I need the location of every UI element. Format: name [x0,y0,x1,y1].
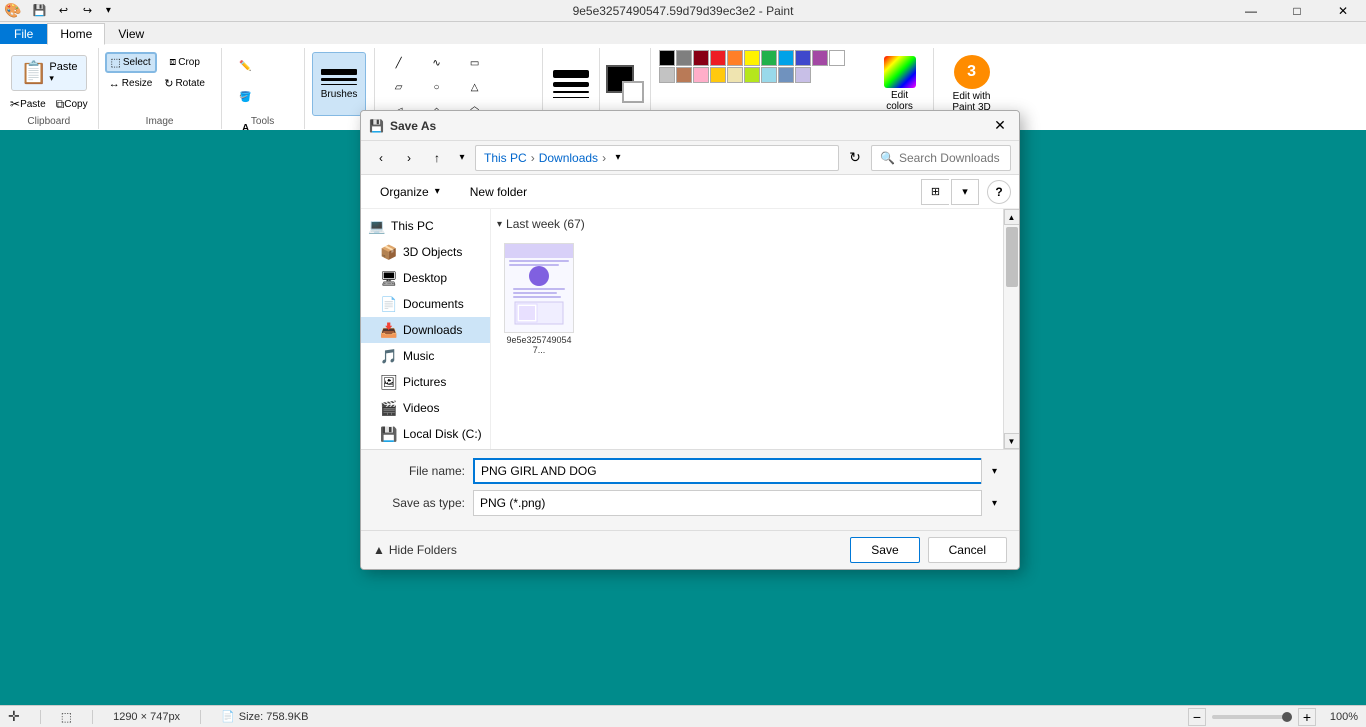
nav-documents[interactable]: 📄 Documents [361,291,490,317]
nav-downloads[interactable]: 📥 Downloads [361,317,490,343]
dialog-close-btn[interactable]: ✕ [989,115,1011,137]
filename-input[interactable] [473,458,1007,484]
nav-refresh-btn[interactable]: ↻ [843,146,867,170]
filename-input-wrapper: ▾ [473,458,1007,484]
local-c-icon: 💾 [381,426,397,442]
file-thumbnail [504,243,574,333]
nav-local-c[interactable]: 💾 Local Disk (C:) [361,421,490,447]
filetype-select[interactable]: PNG (*.png) JPEG (*.jpg;*.jpeg) BMP (*.b… [473,490,1007,516]
filetype-select-wrapper: PNG (*.png) JPEG (*.jpg;*.jpeg) BMP (*.b… [473,490,1007,516]
form-area: File name: ▾ Save as type: PNG (*.png) J… [361,449,1019,530]
videos-icon: 🎬 [381,400,397,416]
files-grid: 9e5e3257490547... [495,235,999,363]
search-box: 🔍 [871,145,1011,171]
nav-3d-objects[interactable]: 📦 3D Objects [361,239,490,265]
modal-overlay: 💾 Save As ✕ ‹ › ↑ ▾ This PC › Downloads … [0,0,1366,727]
nav-recent-btn[interactable]: ▾ [453,146,471,170]
pictures-icon: 🖼 [381,374,397,390]
save-as-dialog: 💾 Save As ✕ ‹ › ↑ ▾ This PC › Downloads … [360,110,1020,570]
section-header-lastweek[interactable]: ▾ Last week (67) [495,213,999,235]
section-chevron: ▾ [497,219,502,230]
this-pc-icon: 💻 [369,218,385,234]
scroll-up-btn[interactable]: ▲ [1004,209,1020,225]
nav-up-btn[interactable]: ↑ [425,146,449,170]
dialog-actions: ▲ Hide Folders Save Cancel [361,530,1019,569]
scroll-thumb[interactable] [1006,227,1018,287]
nav-desktop[interactable]: 🖥 Desktop [361,265,490,291]
action-buttons: Save Cancel [850,537,1007,563]
browser-area: 💻 This PC 📦 3D Objects 🖥 Desktop 📄 Docum… [361,209,1019,449]
nav-bar: ‹ › ↑ ▾ This PC › Downloads › ▾ ↻ 🔍 [361,141,1019,175]
new-folder-btn[interactable]: New folder [459,179,538,205]
breadcrumb-sep1: › [531,151,535,165]
save-btn[interactable]: Save [850,537,919,563]
view-toggle: ⊞ ▾ [921,179,979,205]
view-dd-btn[interactable]: ▾ [951,179,979,205]
breadcrumb-thispc[interactable]: This PC [484,151,527,165]
breadcrumb-downloads[interactable]: Downloads [539,151,598,165]
file-item[interactable]: 9e5e3257490547... [499,239,579,359]
cancel-btn[interactable]: Cancel [928,537,1007,563]
music-icon: 🎵 [381,348,397,364]
filename-label: File name: [373,464,473,478]
desktop-icon: 🖥 [381,270,397,286]
filetype-label: Save as type: [373,496,473,510]
dialog-title-icon: 💾 [369,119,384,133]
vertical-scrollbar: ▲ ▼ [1003,209,1019,449]
hide-folders-btn[interactable]: ▲ Hide Folders [373,543,457,557]
view-grid-btn[interactable]: ⊞ [921,179,949,205]
nav-this-pc[interactable]: 💻 This PC [361,213,490,239]
filename-row: File name: ▾ [373,458,1007,484]
hide-folders-icon: ▲ [373,543,385,557]
nav-back-btn[interactable]: ‹ [369,146,393,170]
filename-dd-btn[interactable]: ▾ [981,458,1007,484]
3d-objects-icon: 📦 [381,244,397,260]
documents-icon: 📄 [381,296,397,312]
nav-pictures[interactable]: 🖼 Pictures [361,369,490,395]
help-btn[interactable]: ? [987,180,1011,204]
filetype-row: Save as type: PNG (*.png) JPEG (*.jpg;*.… [373,490,1007,516]
dialog-title-bar: 💾 Save As ✕ [361,111,1019,141]
sidebar-nav: 💻 This PC 📦 3D Objects 🖥 Desktop 📄 Docum… [361,209,491,449]
breadcrumb: This PC › Downloads › ▾ [475,145,839,171]
nav-local-d[interactable]: 💾 Local Disk (D:) [361,447,490,449]
dialog-title: 💾 Save As [369,119,436,133]
file-name: 9e5e3257490547... [503,335,575,355]
scroll-down-btn[interactable]: ▼ [1004,433,1020,449]
dialog-toolbar: Organize New folder ⊞ ▾ ? [361,175,1019,209]
search-input[interactable] [899,151,1020,165]
files-area: ▾ Last week (67) [491,209,1003,449]
nav-videos[interactable]: 🎬 Videos [361,395,490,421]
search-icon: 🔍 [880,151,895,165]
organize-btn[interactable]: Organize [369,179,451,205]
downloads-icon: 📥 [381,322,397,338]
breadcrumb-dd-btn[interactable]: ▾ [610,146,626,170]
nav-music[interactable]: 🎵 Music [361,343,490,369]
nav-forward-btn[interactable]: › [397,146,421,170]
scroll-track[interactable] [1004,225,1020,433]
breadcrumb-sep2: › [602,151,606,165]
